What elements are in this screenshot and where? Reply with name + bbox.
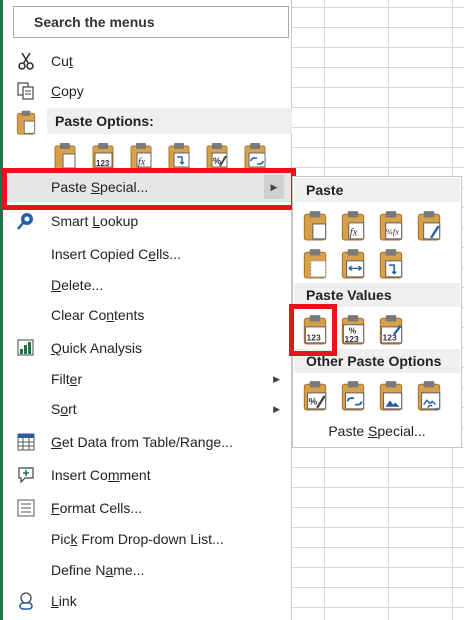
table-icon	[17, 433, 35, 451]
paste-picture-icon[interactable]	[377, 379, 405, 411]
paste-transpose-icon[interactable]	[167, 141, 191, 169]
context-menu: Search the menus Cut Copy Paste Options:	[3, 0, 292, 620]
menu-label-define-name: Define Name...	[51, 562, 145, 578]
paste-formulas-icon[interactable]: fx	[129, 141, 153, 169]
menu-label-insert-comment: Insert Comment	[51, 467, 151, 483]
menu-item-delete[interactable]: Delete...	[3, 270, 292, 300]
menu-label-sort: Sort	[51, 401, 77, 417]
format-cells-icon	[17, 499, 35, 517]
menu-item-get-data[interactable]: Get Data from Table/Range...	[3, 427, 292, 457]
paste-linked-picture-icon[interactable]	[415, 379, 443, 411]
menu-label-delete: Delete...	[51, 277, 104, 293]
highlight-box-paste-values	[289, 304, 337, 356]
paste-formulas-number-formatting-icon[interactable]: %fx	[377, 209, 405, 241]
menu-item-quick-analysis[interactable]: Quick Analysis	[3, 333, 292, 363]
svg-text:%fx: %fx	[386, 227, 399, 237]
svg-text:fx: fx	[350, 228, 358, 239]
paste-icon[interactable]	[301, 209, 329, 241]
menu-item-define-name[interactable]: Define Name...	[3, 555, 292, 585]
menu-label-get-data: Get Data from Table/Range...	[51, 434, 233, 450]
paste-clipboard-icon	[16, 110, 36, 135]
paste-icon[interactable]	[53, 141, 77, 169]
paste-values-icon[interactable]: 123	[91, 141, 115, 169]
svg-text:123: 123	[344, 334, 358, 344]
highlight-box-paste-special	[2, 168, 296, 210]
svg-text:fx: fx	[138, 157, 146, 168]
menu-item-insert-comment[interactable]: Insert Comment	[3, 460, 292, 490]
menu-label-link: Link	[51, 593, 77, 609]
menu-item-insert-copied-cells[interactable]: Insert Copied Cells...	[3, 239, 292, 269]
menu-label-copy: Copy	[51, 83, 84, 99]
menu-label-cut: Cut	[51, 53, 73, 69]
paste-formulas-icon[interactable]: fx	[339, 209, 367, 241]
paste-keep-column-widths-icon[interactable]	[339, 247, 367, 279]
menu-item-clear-contents[interactable]: Clear Contents	[3, 300, 292, 330]
comment-icon	[18, 467, 34, 484]
submenu-arrow-icon: ▶	[273, 374, 280, 384]
paste-formatting-icon[interactable]: %	[301, 379, 329, 411]
paste-link-icon[interactable]	[339, 379, 367, 411]
menu-item-cut[interactable]: Cut	[3, 46, 292, 76]
menu-label-clear-contents: Clear Contents	[51, 307, 145, 323]
paste-values-number-formatting-icon[interactable]: % 123	[339, 313, 367, 345]
paste-keep-source-formatting-icon[interactable]	[415, 209, 443, 241]
svg-text:123: 123	[96, 159, 110, 168]
svg-text:%: %	[309, 397, 318, 408]
menu-label-pick-dropdown: Pick From Drop-down List...	[51, 531, 224, 547]
menu-item-pick-dropdown[interactable]: Pick From Drop-down List...	[3, 524, 292, 554]
menu-label-quick-analysis: Quick Analysis	[51, 340, 143, 356]
menu-item-link[interactable]: Link	[3, 586, 292, 616]
menu-item-smart-lookup[interactable]: Smart Lookup	[3, 206, 292, 236]
paste-formatting-icon[interactable]: %	[205, 141, 229, 169]
link-icon	[19, 592, 33, 610]
menu-label-format-cells: Format Cells...	[51, 500, 143, 516]
menu-item-sort[interactable]: Sort ▶	[3, 394, 292, 424]
smart-lookup-icon	[17, 213, 33, 230]
paste-options-icons: 123 fx %	[47, 141, 292, 169]
scissors-icon	[18, 52, 34, 70]
search-menus-box[interactable]: Search the menus	[13, 6, 289, 38]
submenu-paste-header: Paste	[294, 178, 460, 202]
menu-item-filter[interactable]: Filter ▶	[3, 364, 292, 394]
paste-transpose-icon[interactable]	[377, 247, 405, 279]
copy-icon	[17, 82, 34, 100]
paste-no-borders-icon[interactable]	[301, 247, 329, 279]
menu-label-insert-copied-cells: Insert Copied Cells...	[51, 246, 181, 262]
submenu-arrow-icon: ▶	[273, 404, 280, 414]
paste-special-dialog-link[interactable]: Paste Special...	[294, 419, 460, 443]
menu-label-smart-lookup: Smart Lookup	[51, 213, 139, 229]
menu-label-filter: Filter	[51, 371, 83, 387]
menu-item-format-cells[interactable]: Format Cells...	[3, 493, 292, 523]
paste-options-header: Paste Options:	[47, 108, 292, 134]
quick-analysis-icon	[17, 339, 34, 356]
paste-values-source-formatting-icon[interactable]: 123	[377, 313, 405, 345]
search-menus-label: Search the menus	[34, 14, 155, 30]
paste-link-icon[interactable]	[243, 141, 267, 169]
menu-item-copy[interactable]: Copy	[3, 76, 292, 106]
